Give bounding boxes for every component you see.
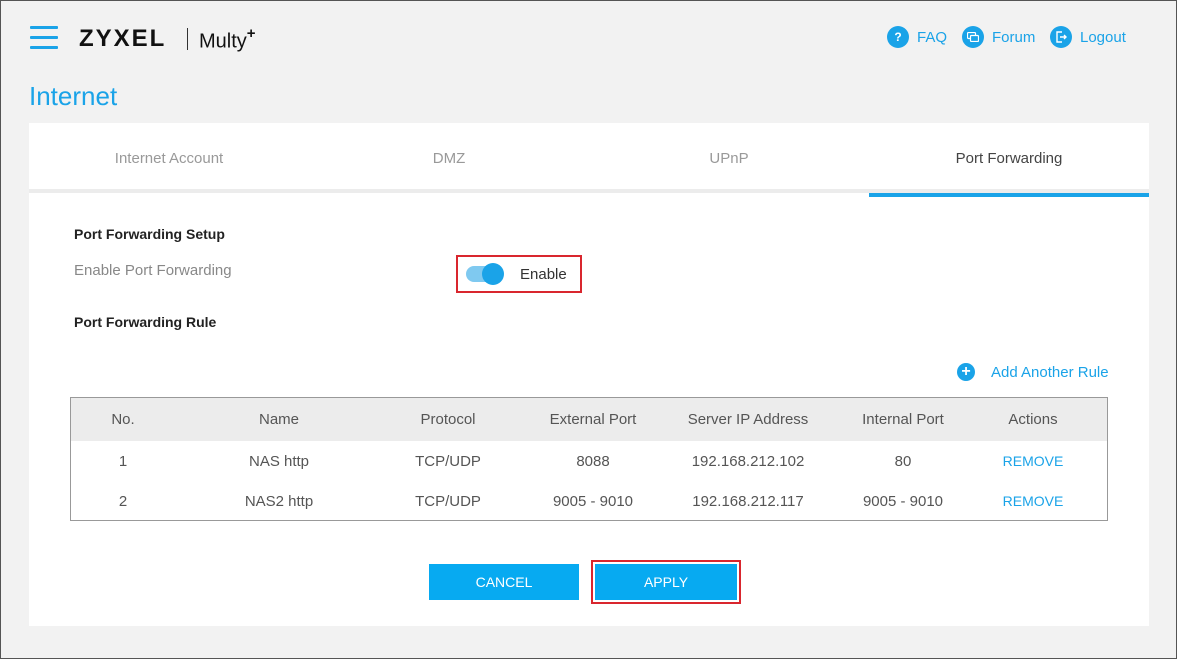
faq-link[interactable]: ? FAQ <box>887 26 947 48</box>
header-external-port: External Port <box>549 411 637 428</box>
add-another-rule-button[interactable]: + Add Another Rule <box>957 363 1109 381</box>
enable-port-forwarding-label: Enable Port Forwarding <box>74 262 232 279</box>
content-panel: Internet Account DMZ UPnP Port Forwardin… <box>29 123 1149 626</box>
remove-rule-button[interactable]: REMOVE <box>983 493 1083 509</box>
brand-separator <box>187 28 188 50</box>
header-actions: Actions <box>1008 411 1058 428</box>
enable-port-forwarding-toggle[interactable] <box>466 263 504 285</box>
port-forwarding-table: No. Name Protocol External Port Server I… <box>70 397 1108 521</box>
row-internal-port: 80 <box>894 452 912 470</box>
row-server-ip: 192.168.212.102 <box>691 452 805 470</box>
row-protocol: TCP/UDP <box>415 452 481 470</box>
header-internal-port: Internal Port <box>862 411 944 428</box>
enable-toggle-group: Enable <box>456 255 582 293</box>
setup-section-title: Port Forwarding Setup <box>74 226 225 242</box>
plus-icon: + <box>957 363 975 381</box>
row-external-port: 9005 - 9010 <box>552 492 634 510</box>
toggle-status-text: Enable <box>520 265 567 283</box>
header-protocol: Protocol <box>420 411 476 428</box>
header-server-ip: Server IP Address <box>687 411 809 428</box>
table-row: 1 NAS http TCP/UDP 8088 192.168.212.102 … <box>71 441 1107 481</box>
header-no: No. <box>111 411 135 428</box>
header-name: Name <box>258 411 299 428</box>
apply-button[interactable]: APPLY <box>595 564 737 600</box>
row-name: NAS2 http <box>244 492 314 510</box>
row-no: 2 <box>118 492 128 510</box>
chat-icon <box>962 26 984 48</box>
remove-rule-button[interactable]: REMOVE <box>983 453 1083 469</box>
row-name: NAS http <box>248 452 310 470</box>
tab-upnp[interactable]: UPnP <box>589 123 869 193</box>
tab-port-forwarding[interactable]: Port Forwarding <box>869 123 1149 197</box>
apply-button-highlight: APPLY <box>591 560 741 604</box>
tab-internet-account[interactable]: Internet Account <box>29 123 309 193</box>
product-name: Multy+ <box>199 25 256 53</box>
row-no: 1 <box>118 452 128 470</box>
row-external-port: 8088 <box>576 452 610 470</box>
logout-icon <box>1050 26 1072 48</box>
menu-icon[interactable] <box>30 26 58 50</box>
forum-link[interactable]: Forum <box>962 26 1035 48</box>
table-header: No. Name Protocol External Port Server I… <box>71 398 1107 441</box>
tab-bar: Internet Account DMZ UPnP Port Forwardin… <box>29 123 1149 197</box>
rule-section-title: Port Forwarding Rule <box>74 314 217 330</box>
question-icon: ? <box>887 26 909 48</box>
logout-link[interactable]: Logout <box>1050 26 1126 48</box>
row-internal-port: 9005 - 9010 <box>862 492 944 510</box>
row-protocol: TCP/UDP <box>415 492 481 510</box>
brand-logo: ZYXEL <box>79 25 167 52</box>
cancel-button[interactable]: CANCEL <box>429 564 579 600</box>
toggle-knob <box>482 263 504 285</box>
table-row: 2 NAS2 http TCP/UDP 9005 - 9010 192.168.… <box>71 481 1107 521</box>
page-title: Internet <box>29 81 118 111</box>
row-server-ip: 192.168.212.117 <box>692 492 804 510</box>
tab-dmz[interactable]: DMZ <box>309 123 589 193</box>
